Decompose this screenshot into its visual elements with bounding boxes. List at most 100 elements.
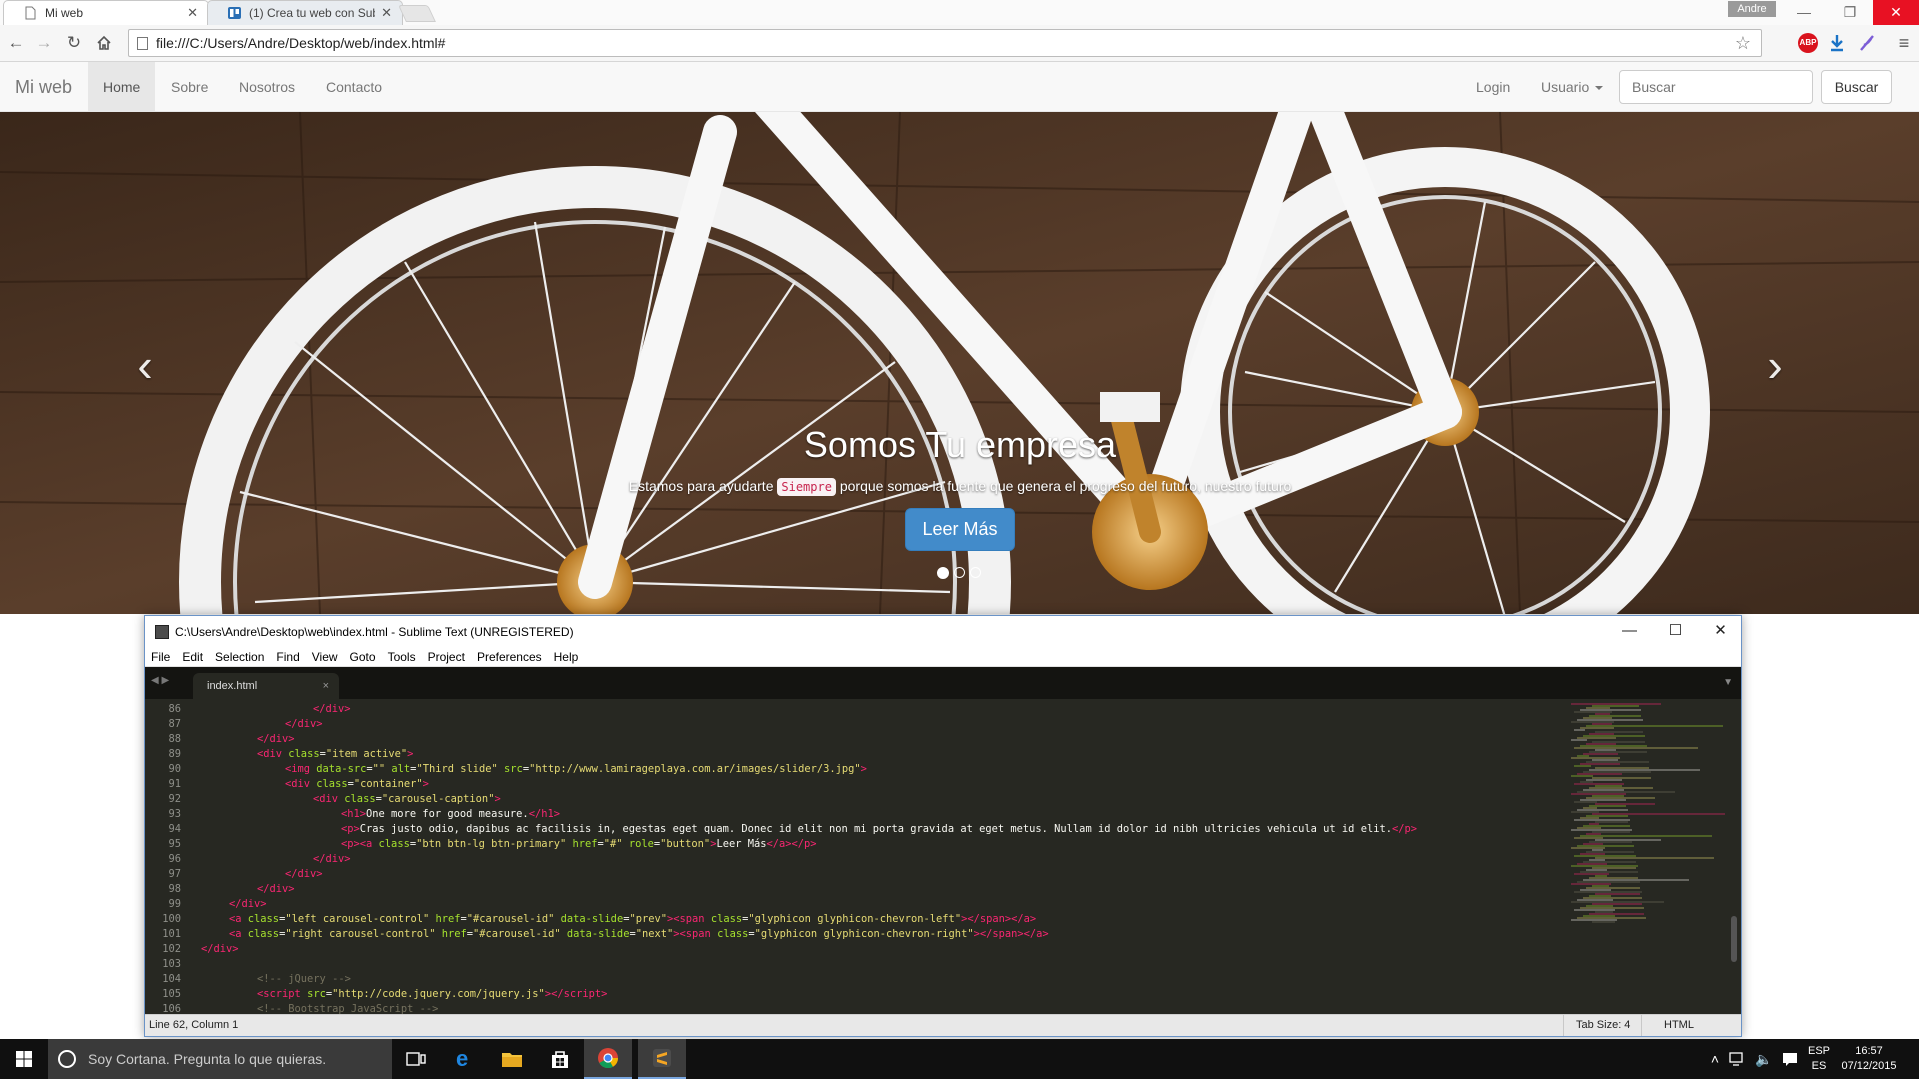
sublime-text-icon[interactable] (638, 1039, 686, 1079)
restore-icon[interactable]: ❐ (1827, 0, 1873, 25)
volume-icon[interactable]: 🔈 (1752, 1039, 1776, 1079)
feather-icon[interactable] (1857, 33, 1877, 53)
chrome-menu-icon[interactable]: ≡ (1892, 31, 1916, 55)
edge-icon[interactable]: e (440, 1039, 488, 1079)
chrome-icon[interactable] (584, 1039, 632, 1079)
code-line[interactable]: 105 <script src="http://code.jquery.com/j… (145, 987, 1555, 1002)
code-line[interactable]: 90 <img data-src="" alt="Third slide" src… (145, 762, 1555, 777)
browser-tab-youtube[interactable]: (1) Crea tu web con Sublim ✕ (207, 0, 403, 25)
search-button[interactable]: Buscar (1821, 70, 1892, 104)
carousel-indicators (937, 567, 981, 579)
bookmark-star-icon[interactable]: ☆ (1735, 33, 1751, 54)
line-number: 96 (168, 853, 181, 865)
code-line[interactable]: 89 <div class="item active"> (145, 747, 1555, 762)
action-center-icon[interactable] (1778, 1039, 1802, 1079)
store-icon[interactable] (536, 1039, 584, 1079)
task-view-icon[interactable] (392, 1039, 440, 1079)
nav-usuario-dropdown[interactable]: Usuario (1526, 62, 1618, 112)
menu-preferences[interactable]: Preferences (477, 650, 542, 664)
taskbar-clock[interactable]: 16:57 07/12/2015 (1834, 1044, 1904, 1074)
file-explorer-icon[interactable] (488, 1039, 536, 1079)
address-bar[interactable]: file:///C:/Users/Andre/Desktop/web/index… (128, 29, 1762, 57)
tab-dropdown-icon[interactable]: ▼ (1723, 677, 1733, 688)
code-line[interactable]: 103 (145, 957, 1555, 972)
tab-close-icon[interactable]: ✕ (187, 5, 198, 21)
tab-close-icon[interactable]: × (323, 673, 329, 699)
minimize-icon[interactable]: — (1607, 616, 1652, 647)
carousel-prev-button[interactable]: ‹ (115, 337, 175, 397)
code-view[interactable]: 86 </div> 87 </div> 88 </div> 89 <div class="it… (145, 702, 1555, 1014)
menu-goto[interactable]: Goto (350, 650, 376, 664)
code-line[interactable]: 93 <h1>One more for good measure.</h1> (145, 807, 1555, 822)
site-brand[interactable]: Mi web (15, 62, 72, 112)
code-line[interactable]: 86 </div> (145, 702, 1555, 717)
code-line[interactable]: 95 <p><a class="btn btn-lg btn-primary" h… (145, 837, 1555, 852)
carousel-next-button[interactable]: › (1745, 337, 1805, 397)
code-line[interactable]: 104 <!-- jQuery --> (145, 972, 1555, 987)
code-line[interactable]: 87 </div> (145, 717, 1555, 732)
code-line[interactable]: 96 </div> (145, 852, 1555, 867)
code-line[interactable]: 98 </div> (145, 882, 1555, 897)
code-line[interactable]: 101 <a class="right carousel-control" hre… (145, 927, 1555, 942)
close-window-icon[interactable]: ✕ (1873, 0, 1919, 25)
minimap[interactable] (1567, 702, 1727, 932)
line-number: 87 (168, 718, 181, 730)
tab-scroll-arrows-icon[interactable]: ◀ ▶ (151, 675, 169, 686)
adblock-plus-icon[interactable]: ABP (1798, 33, 1818, 53)
code-line[interactable]: 102 </div> (145, 942, 1555, 957)
nav-contacto[interactable]: Contacto (311, 62, 397, 112)
code-line[interactable]: 88 </div> (145, 732, 1555, 747)
tray-overflow-icon[interactable]: ˄ (1706, 1039, 1724, 1079)
carousel-lead: Estamos para ayudarte Siempre porque som… (628, 478, 1292, 496)
tab-close-icon[interactable]: ✕ (381, 5, 392, 21)
forward-icon[interactable]: → (32, 31, 56, 55)
search-input[interactable] (1619, 70, 1813, 104)
network-icon[interactable] (1726, 1039, 1750, 1079)
code-line[interactable]: 91 <div class="container"> (145, 777, 1555, 792)
page-icon (25, 6, 36, 20)
syntax-setting[interactable]: HTML (1641, 1015, 1741, 1036)
new-tab-button[interactable] (398, 5, 436, 22)
carousel-indicator[interactable] (970, 567, 981, 578)
code-line[interactable]: 106 <!-- Bootstrap JavaScript --> (145, 1002, 1555, 1014)
line-number: 91 (168, 778, 181, 790)
menu-edit[interactable]: Edit (182, 650, 203, 664)
nav-login[interactable]: Login (1461, 62, 1525, 112)
minimize-icon[interactable]: — (1781, 0, 1827, 25)
cortana-search-box[interactable]: Soy Cortana. Pregunta lo que quieras. (48, 1039, 392, 1079)
nav-home[interactable]: Home (88, 62, 156, 112)
input-language[interactable]: ESP ES (1804, 1044, 1834, 1074)
nav-sobre[interactable]: Sobre (156, 62, 223, 112)
scrollbar-thumb[interactable] (1731, 916, 1737, 962)
trello-icon (228, 7, 241, 19)
menu-selection[interactable]: Selection (215, 650, 264, 664)
code-line[interactable]: 92 <div class="carousel-caption"> (145, 792, 1555, 807)
menu-help[interactable]: Help (554, 650, 579, 664)
code-line[interactable]: 100 <a class="left carousel-control" href… (145, 912, 1555, 927)
start-button[interactable] (0, 1039, 48, 1079)
download-icon[interactable] (1827, 33, 1847, 53)
carousel-indicator[interactable] (954, 567, 965, 578)
line-number: 100 (162, 913, 181, 925)
code-line[interactable]: 97 </div> (145, 867, 1555, 882)
leer-mas-button[interactable]: Leer Más (905, 508, 1015, 551)
menu-tools[interactable]: Tools (388, 650, 416, 664)
menu-find[interactable]: Find (276, 650, 299, 664)
carousel-indicator[interactable] (937, 567, 949, 579)
profile-name[interactable]: Andre (1728, 1, 1776, 17)
code-text: </div> (285, 868, 323, 880)
reload-icon[interactable]: ↻ (62, 31, 86, 55)
code-text: </div> (229, 898, 267, 910)
browser-tab-mi-web[interactable]: Mi web ✕ (3, 0, 209, 25)
nav-nosotros[interactable]: Nosotros (224, 62, 310, 112)
home-icon[interactable] (92, 31, 116, 55)
menu-view[interactable]: View (312, 650, 338, 664)
back-icon[interactable]: ← (4, 31, 28, 55)
maximize-icon[interactable]: ☐ (1653, 616, 1698, 647)
editor-tab-index[interactable]: index.html × (193, 673, 339, 699)
code-line[interactable]: 94 <p>Cras justo odio, dapibus ac facilis… (145, 822, 1555, 837)
menu-project[interactable]: Project (428, 650, 465, 664)
menu-file[interactable]: File (151, 650, 170, 664)
close-icon[interactable]: ✕ (1698, 616, 1743, 647)
code-line[interactable]: 99 </div> (145, 897, 1555, 912)
